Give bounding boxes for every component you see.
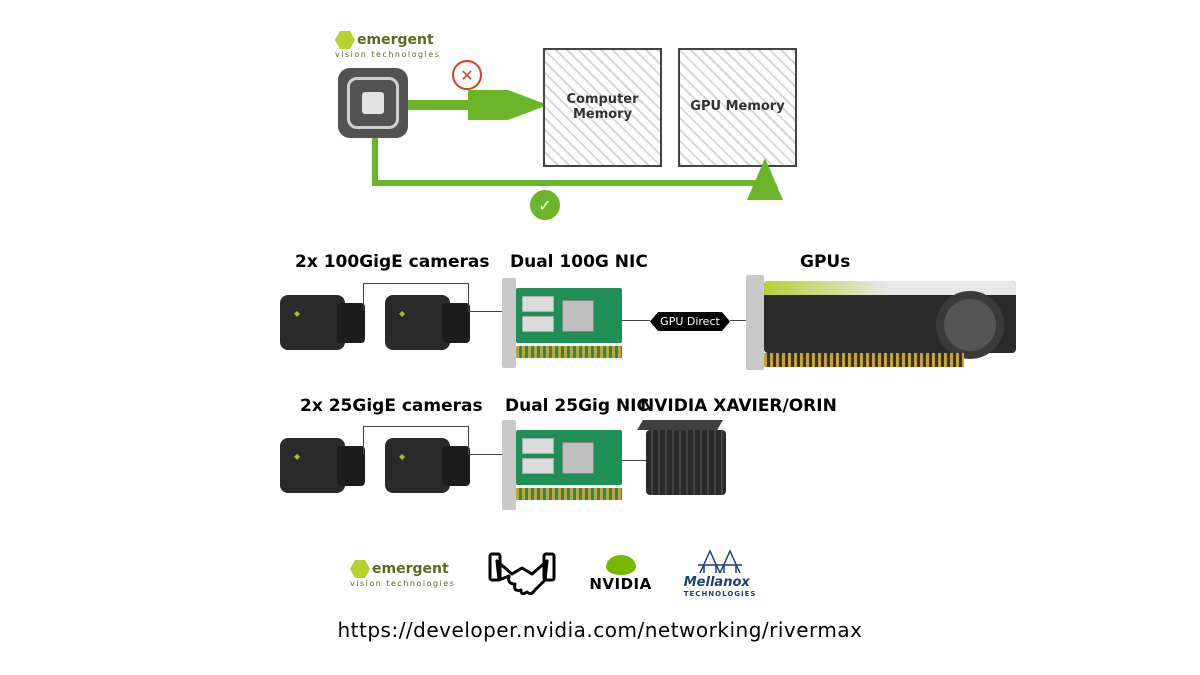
nic-card-icon <box>502 278 622 368</box>
emergent-wordmark: emergent <box>372 561 449 577</box>
arrow-ok-path <box>365 138 795 203</box>
xavier-orin-icon <box>646 430 726 495</box>
hexagon-icon <box>335 30 355 50</box>
mellanox-logo: MellanoxTECHNOLOGIES <box>684 546 757 601</box>
nic-card-icon <box>502 420 622 510</box>
handshake-icon <box>487 546 557 601</box>
computer-memory-label: Computer Memory <box>545 93 660 123</box>
emergent-logo-top: emergent vision technologies <box>335 30 440 59</box>
emergent-tagline: vision technologies <box>350 579 455 588</box>
mellanox-wordmark: Mellanox <box>684 575 750 590</box>
nvidia-logo: NVIDIA <box>589 546 651 601</box>
gpu-memory-label: GPU Memory <box>690 100 784 115</box>
camera-icon: ◆ <box>280 285 365 357</box>
fail-badge-icon: ✕ <box>452 60 482 90</box>
row1-gpu-label: GPUs <box>800 252 850 272</box>
ok-check-glyph: ✓ <box>538 196 551 215</box>
row1-nic-label: Dual 100G NIC <box>510 252 648 272</box>
gpudirect-badge: GPU Direct <box>650 312 730 331</box>
camera-icon: ◆ <box>280 428 365 500</box>
emergent-wordmark: emergent <box>357 32 434 48</box>
bridge-icon <box>698 549 742 575</box>
nvidia-wordmark: NVIDIA <box>589 575 651 593</box>
partners-row: emergent vision technologies NVIDIA <box>350 546 756 601</box>
row1-cameras-label: 2x 100GigE cameras <box>295 252 489 272</box>
emergent-logo: emergent vision technologies <box>350 546 455 601</box>
arrow-fail <box>408 90 548 120</box>
mellanox-tagline: TECHNOLOGIES <box>684 590 757 598</box>
ok-badge-icon: ✓ <box>530 190 560 220</box>
reference-url: https://developer.nvidia.com/networking/… <box>0 618 1200 642</box>
camera-sensor-icon <box>338 68 408 138</box>
hexagon-icon <box>350 559 370 579</box>
camera-icon: ◆ <box>385 285 470 357</box>
fail-x-glyph: ✕ <box>460 66 473 85</box>
row2-nic-label: Dual 25Gig NIC <box>505 396 649 416</box>
diagram-root: emergent vision technologies ✕ Computer … <box>0 0 1200 675</box>
row2-cameras-label: 2x 25GigE cameras <box>300 396 483 416</box>
row2-soc-label: NVIDIA XAVIER/ORIN <box>640 396 837 416</box>
gpu-card-icon <box>746 275 1016 370</box>
nvidia-eye-icon <box>606 555 636 575</box>
emergent-tagline: vision technologies <box>335 50 440 59</box>
camera-icon: ◆ <box>385 428 470 500</box>
gpudirect-label: GPU Direct <box>660 315 720 328</box>
